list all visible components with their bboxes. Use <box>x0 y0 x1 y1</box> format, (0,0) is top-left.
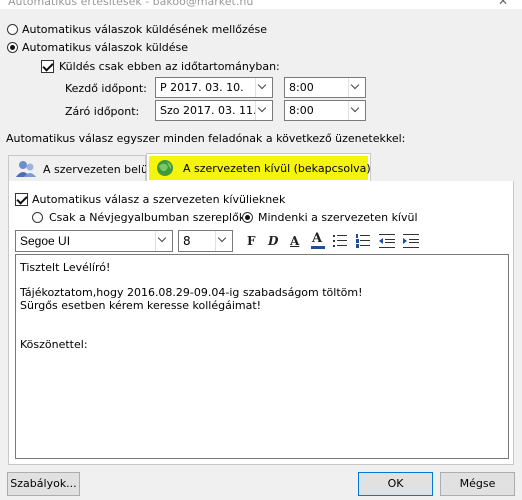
tab-inside-org[interactable]: A szervezeten belül <box>8 155 151 181</box>
chevron-down-icon[interactable] <box>215 231 232 251</box>
radio-contacts-only-indicator[interactable] <box>32 212 43 223</box>
font-size-value: 8 <box>183 234 191 248</box>
globe-icon <box>157 160 173 176</box>
chevron-down-icon[interactable] <box>155 231 172 251</box>
font-color-letter: A <box>312 231 323 246</box>
message-line: Köszönettel: <box>20 338 88 351</box>
end-date-value: Szo 2017. 03. 11. <box>160 104 257 117</box>
time-range-checkbox[interactable]: Küldés csak ebben az időtartományban: <box>41 59 341 74</box>
end-time-select[interactable]: 8:00 <box>284 100 366 121</box>
message-line: Sürgős esetben kérem keresse kollégáimat… <box>20 299 262 312</box>
underline-button[interactable]: A <box>290 234 299 248</box>
chevron-down-icon[interactable] <box>255 101 272 120</box>
tab-inside-label: A szervezeten belül <box>43 163 152 176</box>
font-size-select[interactable]: 8 <box>178 230 233 252</box>
tab-outside-org[interactable]: A szervezeten kívül (bekapcsolva) <box>146 153 371 181</box>
chevron-down-icon[interactable] <box>348 101 365 120</box>
chevron-down-icon[interactable] <box>348 78 365 97</box>
radio-contacts-only-label: Csak a Névjegyalbumban szereplők <box>49 211 246 224</box>
bullet-list-icon[interactable] <box>332 233 348 249</box>
window-title: Automatikus értesítések - bakoo@market.h… <box>8 0 254 8</box>
bold-button[interactable]: F <box>247 234 256 248</box>
decrease-indent-icon[interactable] <box>378 233 396 249</box>
radio-contacts-only[interactable]: Csak a Névjegyalbumban szereplők <box>32 211 246 225</box>
ok-button[interactable]: OK <box>358 472 433 496</box>
end-time-value: 8:00 <box>289 104 314 117</box>
message-editor[interactable]: Tisztelt Levélíró! Tájékoztatom,hogy 201… <box>15 254 509 459</box>
radio-everyone[interactable]: Mindenki a szervezeten kívül <box>242 211 418 225</box>
radio-dont-send-indicator[interactable] <box>7 24 18 35</box>
outside-auto-reply-check[interactable] <box>15 193 28 206</box>
close-icon[interactable]: ✕ <box>498 0 508 8</box>
increase-indent-icon[interactable] <box>402 233 420 249</box>
start-time-select[interactable]: 8:00 <box>284 77 366 98</box>
cancel-button[interactable]: Mégse <box>440 472 515 496</box>
radio-send-label: Automatikus válaszok küldése <box>22 41 189 54</box>
chevron-down-icon[interactable] <box>255 78 272 97</box>
people-icon <box>16 161 36 177</box>
font-value: Segoe UI <box>20 234 71 248</box>
numbered-list-icon[interactable] <box>355 233 371 249</box>
message-line: Tájékoztatom,hogy 2016.08.29-09.04-ig sz… <box>20 286 363 299</box>
outside-auto-reply-label: Automatikus válasz a szervezeten kívülie… <box>32 193 286 206</box>
rules-button[interactable]: Szabályok... <box>7 472 80 496</box>
font-select[interactable]: Segoe UI <box>15 230 173 252</box>
radio-dont-send[interactable]: Automatikus válaszok küldésének mellőzés… <box>6 23 306 37</box>
end-label: Záró időpont: <box>65 105 140 118</box>
tab-outside-label: A szervezeten kívül (bekapcsolva) <box>183 162 371 175</box>
italic-button[interactable]: D <box>268 234 278 248</box>
title-bar: Automatikus értesítések - bakoo@market.h… <box>0 0 522 9</box>
radio-send[interactable]: Automatikus válaszok küldése <box>6 41 306 55</box>
radio-send-indicator[interactable] <box>7 42 18 53</box>
font-color-button[interactable]: A <box>310 230 326 250</box>
radio-everyone-label: Mindenki a szervezeten kívül <box>258 211 418 224</box>
outside-auto-reply-checkbox[interactable]: Automatikus válasz a szervezeten kívülie… <box>15 192 315 207</box>
time-range-check[interactable] <box>41 60 54 73</box>
time-range-label: Küldés csak ebben az időtartományban: <box>59 60 280 73</box>
font-color-swatch <box>311 246 325 249</box>
end-date-picker[interactable]: Szo 2017. 03. 11. <box>155 100 273 121</box>
section-description: Automatikus válasz egyszer minden feladó… <box>6 132 406 145</box>
radio-dont-send-label: Automatikus válaszok küldésének mellőzés… <box>22 23 268 36</box>
start-label: Kezdő időpont: <box>65 82 147 95</box>
radio-everyone-indicator[interactable] <box>242 212 253 223</box>
start-time-value: 8:00 <box>289 81 314 94</box>
start-date-picker[interactable]: P 2017. 03. 10. <box>155 77 273 98</box>
start-date-value: P 2017. 03. 10. <box>160 81 244 94</box>
message-line: Tisztelt Levélíró! <box>20 261 111 274</box>
